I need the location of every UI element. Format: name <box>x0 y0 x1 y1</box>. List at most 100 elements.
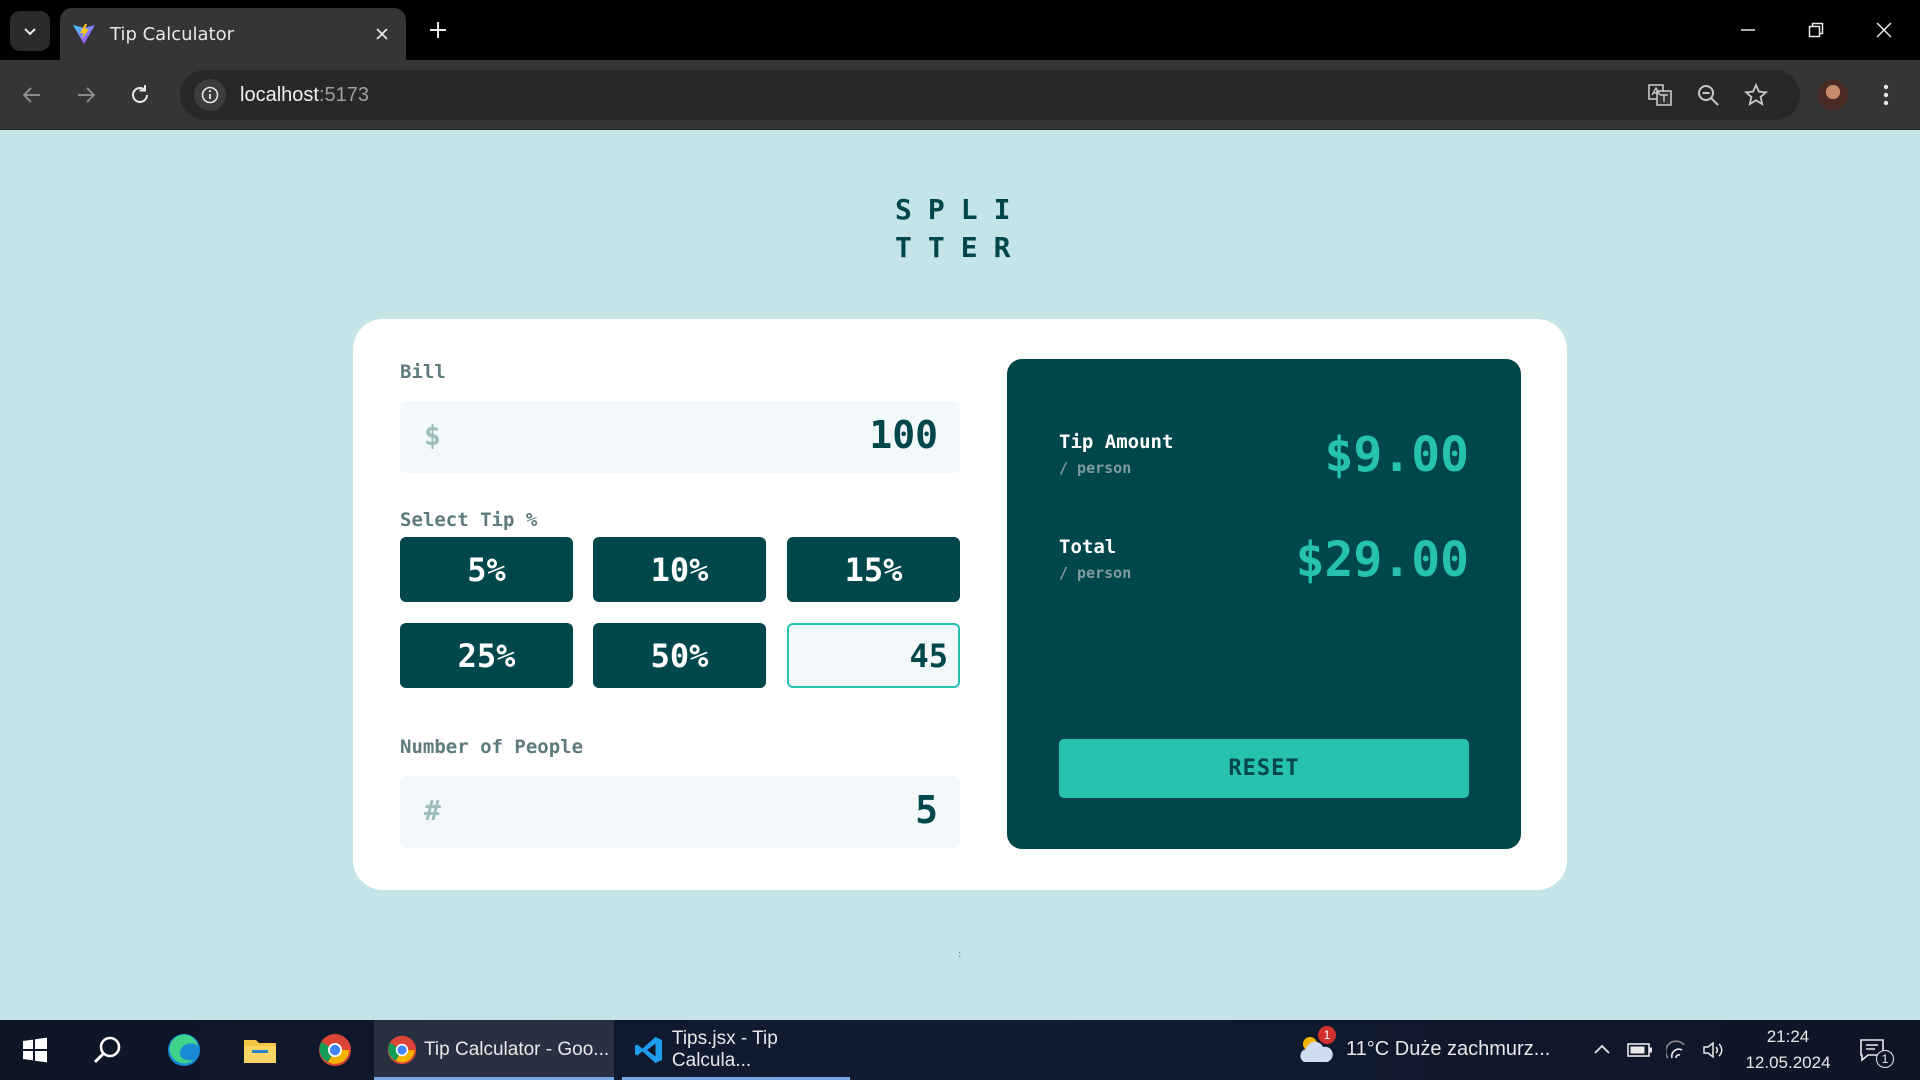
minimize-button[interactable] <box>1714 0 1782 60</box>
people-input[interactable]: # 5 <box>400 776 960 848</box>
total-value: $29.00 <box>1295 532 1469 588</box>
folder-icon <box>244 1040 276 1063</box>
zoom-out-icon <box>1698 85 1719 106</box>
people-value: 5 <box>915 788 938 832</box>
weather-text[interactable]: 11°C Duże zachmurz... <box>1346 1038 1550 1061</box>
url-text: localhost:5173 <box>240 84 369 107</box>
restore-icon <box>1808 22 1824 38</box>
new-tab-button[interactable] <box>418 12 458 48</box>
tip-amount-value: $9.00 <box>1324 427 1470 483</box>
calculator-card: Bill $ 100 Select Tip % 5% 10% 15% 25% 5… <box>353 319 1567 890</box>
translate-button[interactable] <box>1644 79 1676 111</box>
close-icon <box>1876 22 1892 38</box>
browser-toolbar: localhost:5173 <box>0 60 1920 130</box>
dollar-icon: $ <box>424 419 441 452</box>
back-button[interactable] <box>12 75 52 115</box>
arrow-left-icon <box>22 87 40 103</box>
search-icon <box>93 1036 121 1064</box>
custom-tip-input[interactable]: 45 <box>787 623 960 688</box>
notifications-button[interactable]: 1 <box>1850 1028 1894 1072</box>
battery-icon <box>1627 1043 1652 1057</box>
address-bar[interactable]: localhost:5173 <box>180 70 1800 120</box>
speaker-icon <box>1703 1041 1723 1059</box>
close-icon <box>376 28 388 40</box>
chevron-up-icon <box>1594 1044 1610 1054</box>
browser-menu-button[interactable] <box>1870 75 1902 115</box>
total-label: Total <box>1059 536 1117 558</box>
logo-line-1: SPLI <box>895 193 1027 226</box>
tip-button-10[interactable]: 10% <box>593 537 766 602</box>
vscode-icon <box>634 1036 663 1064</box>
bill-value: 100 <box>869 413 938 457</box>
chrome-icon <box>319 1034 351 1066</box>
bill-label: Bill <box>400 361 446 383</box>
tip-amount-label: Tip Amount <box>1059 431 1174 453</box>
plus-icon <box>430 22 446 38</box>
reset-button[interactable]: RESET <box>1059 739 1469 798</box>
page-viewport: SPLI TTER Bill $ 100 Select Tip % 5% 10%… <box>0 131 1920 1020</box>
search-button[interactable] <box>86 1028 130 1072</box>
chrome-icon <box>387 1035 417 1065</box>
forward-button[interactable] <box>66 75 106 115</box>
network-indicator[interactable] <box>1660 1028 1696 1072</box>
battery-indicator[interactable] <box>1622 1028 1658 1072</box>
chrome-app[interactable] <box>313 1028 357 1072</box>
clock-time: 21:24 <box>1766 1027 1810 1046</box>
tab-close-button[interactable] <box>364 16 400 52</box>
volume-indicator[interactable] <box>1696 1028 1732 1072</box>
tip-amount-sub: / person <box>1059 459 1132 477</box>
restore-button[interactable] <box>1782 0 1850 60</box>
minimize-icon <box>1741 29 1755 31</box>
zoom-button[interactable] <box>1692 79 1724 111</box>
start-button[interactable] <box>13 1028 57 1072</box>
profile-avatar[interactable] <box>1818 80 1848 110</box>
hash-icon: # <box>424 794 441 827</box>
site-info-button[interactable] <box>194 79 226 111</box>
reload-button[interactable] <box>120 75 160 115</box>
taskbar-app-label: Tip Calculator - Goo... <box>424 1039 610 1060</box>
tip-button-50[interactable]: 50% <box>593 623 766 688</box>
show-hidden-icons-button[interactable] <box>1584 1028 1620 1072</box>
url-port: :5173 <box>318 83 369 106</box>
more-vertical-icon <box>1883 84 1889 106</box>
system-clock[interactable]: 21:24 12.05.2024 <box>1740 1024 1836 1076</box>
vite-favicon-icon <box>73 24 95 44</box>
taskbar-app-label: Tips.jsx - Tip Calcula... <box>671 1028 778 1071</box>
windows-logo-icon <box>23 1037 47 1063</box>
info-icon <box>201 86 219 104</box>
windows-taskbar: Tip Calculator - Goo... Tips.jsx - Tip C… <box>0 1020 1920 1080</box>
url-host: localhost <box>240 83 319 106</box>
notification-count: 1 <box>1876 1050 1894 1068</box>
star-icon <box>1744 83 1768 106</box>
weather-widget[interactable]: 1 <box>1296 1026 1336 1070</box>
tip-button-25[interactable]: 25% <box>400 623 573 688</box>
tab-title: Tip Calculator <box>110 23 234 45</box>
wifi-icon <box>1666 1040 1685 1059</box>
translate-icon <box>1648 84 1672 106</box>
clock-date: 12.05.2024 <box>1745 1053 1831 1072</box>
bill-input[interactable]: $ 100 <box>400 401 960 473</box>
bookmark-button[interactable] <box>1740 79 1772 111</box>
tip-button-5[interactable]: 5% <box>400 537 573 602</box>
taskbar-app-vscode[interactable]: Tips.jsx - Tip Calcula... <box>622 1020 850 1080</box>
arrow-right-icon <box>78 87 96 103</box>
tab-search-button[interactable] <box>10 11 50 51</box>
footer-mark: : <box>958 949 962 960</box>
edge-app[interactable] <box>162 1028 206 1072</box>
select-tip-label: Select Tip % <box>400 509 538 531</box>
browser-tab[interactable]: Tip Calculator <box>60 8 406 60</box>
app-logo: SPLI TTER <box>895 191 1025 267</box>
people-label: Number of People <box>400 736 584 758</box>
reload-icon <box>132 85 148 103</box>
close-window-button[interactable] <box>1850 0 1918 60</box>
logo-line-2: TTER <box>895 231 1027 264</box>
chevron-down-icon <box>24 28 36 36</box>
taskbar-app-chrome[interactable]: Tip Calculator - Goo... <box>374 1020 614 1080</box>
browser-tabbar: Tip Calculator <box>0 0 1920 60</box>
weather-badge: 1 <box>1318 1026 1336 1044</box>
total-sub: / person <box>1059 564 1132 582</box>
results-panel: Tip Amount / person $9.00 Total / person… <box>1007 359 1521 849</box>
edge-icon <box>168 1034 200 1066</box>
file-explorer-app[interactable] <box>238 1028 282 1072</box>
tip-button-15[interactable]: 15% <box>787 537 960 602</box>
